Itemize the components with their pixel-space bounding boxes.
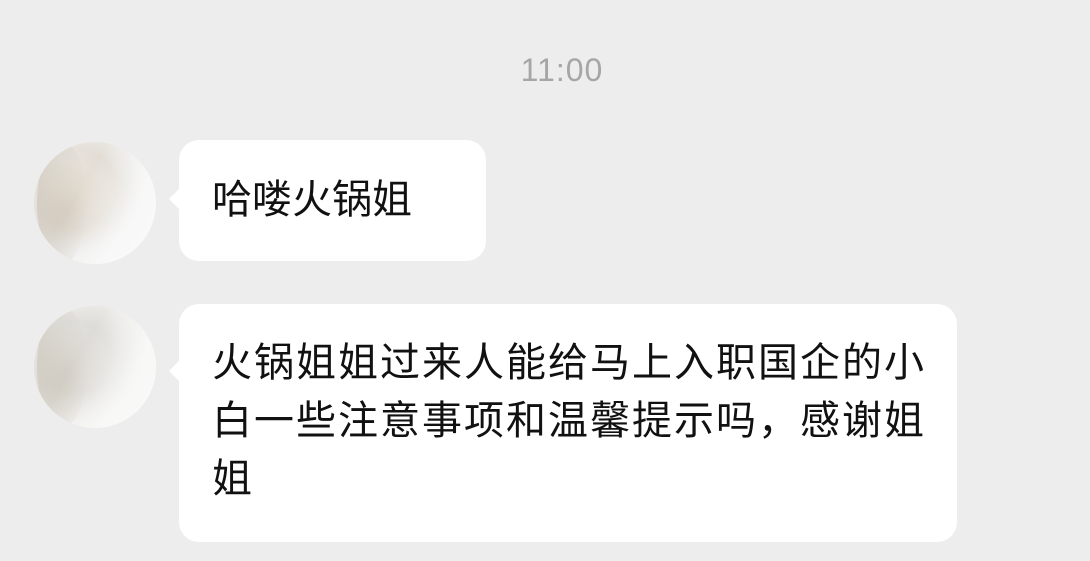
message-timestamp: 11:00: [520, 52, 604, 88]
chat-area[interactable]: 11:00 哈喽火锅姐 火锅姐姐过来人能给马上入职国企的小白一些注意事项和温馨提…: [0, 0, 1090, 561]
incoming-message-row: 火锅姐姐过来人能给马上入职国企的小白一些注意事项和温馨提示吗，感谢姐姐: [0, 304, 1090, 544]
incoming-message-row: 哈喽火锅姐: [0, 140, 1090, 264]
sender-avatar[interactable]: [34, 306, 156, 428]
sender-avatar[interactable]: [34, 142, 156, 264]
incoming-message-bubble[interactable]: 哈喽火锅姐: [169, 140, 486, 261]
incoming-message-bubble[interactable]: 火锅姐姐过来人能给马上入职国企的小白一些注意事项和温馨提示吗，感谢姐姐: [169, 304, 957, 542]
